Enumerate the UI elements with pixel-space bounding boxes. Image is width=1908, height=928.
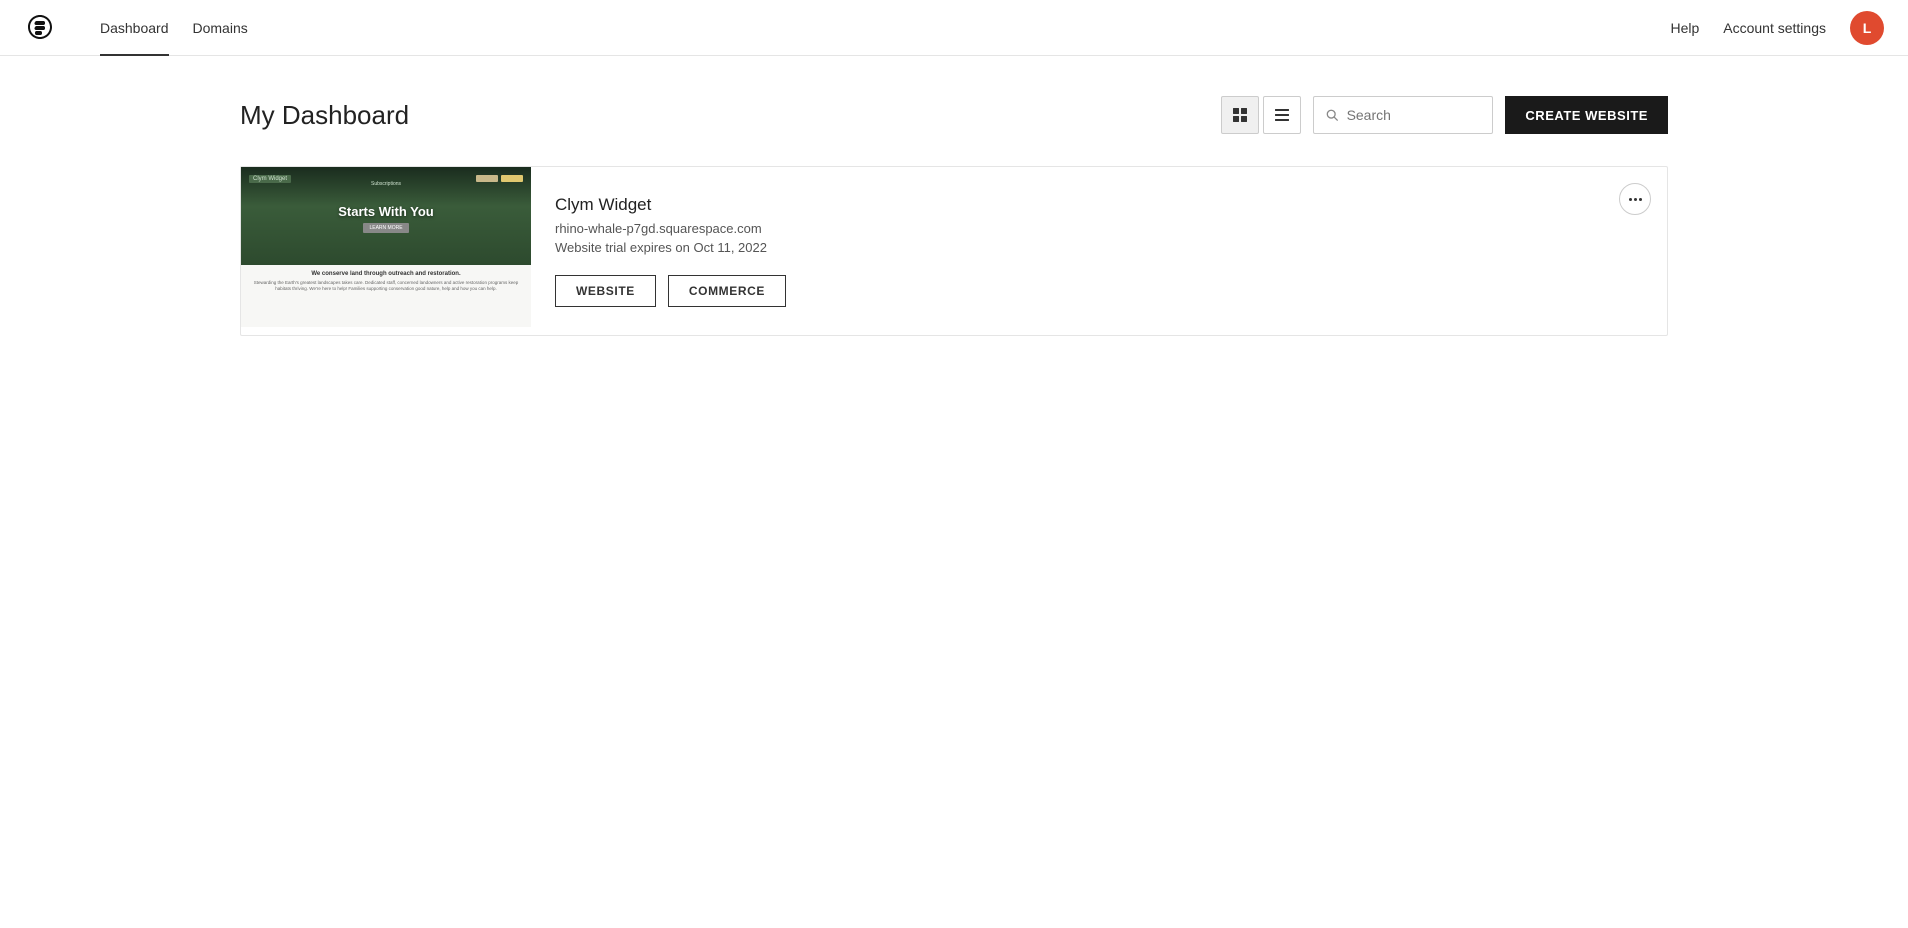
search-box xyxy=(1313,96,1493,134)
site-url: rhino-whale-p7gd.squarespace.com xyxy=(555,221,1643,236)
thumbnail-action-buttons xyxy=(476,175,523,182)
thumbnail-brand-label: Clym Widget xyxy=(249,175,291,183)
grid-icon xyxy=(1232,107,1248,123)
site-trial-text: Website trial expires on Oct 11, 2022 xyxy=(555,240,1643,255)
list-icon xyxy=(1274,107,1290,123)
dot xyxy=(1639,198,1642,201)
site-card: Clym Widget Subscriptions Starts With Yo… xyxy=(240,166,1668,336)
page-title: My Dashboard xyxy=(240,100,409,131)
nav-links: Dashboard Domains xyxy=(88,0,1670,56)
site-thumbnail[interactable]: Clym Widget Subscriptions Starts With Yo… xyxy=(241,167,531,327)
site-action-buttons: WEBSITE COMMERCE xyxy=(555,275,1643,307)
thumbnail-bottom-title: We conserve land through outreach and re… xyxy=(249,271,523,277)
thumbnail-subtitle: Subscriptions xyxy=(371,181,401,187)
dot xyxy=(1634,198,1637,201)
create-website-button[interactable]: CREATE WEBSITE xyxy=(1505,96,1668,134)
website-button[interactable]: WEBSITE xyxy=(555,275,656,307)
nav-link-domains[interactable]: Domains xyxy=(181,0,260,56)
dashboard-actions: CREATE WEBSITE xyxy=(1221,96,1668,134)
dashboard-header: My Dashboard xyxy=(240,96,1668,134)
user-avatar[interactable]: L xyxy=(1850,11,1884,45)
top-navigation: Dashboard Domains Help Account settings … xyxy=(0,0,1908,56)
thumbnail-headline: Starts With You xyxy=(338,204,433,219)
site-info: Clym Widget rhino-whale-p7gd.squarespace… xyxy=(531,167,1667,335)
thumbnail-bottom-text: Stewarding the Earth's greatest landscap… xyxy=(249,280,523,293)
dot xyxy=(1629,198,1632,201)
account-settings-link[interactable]: Account settings xyxy=(1723,20,1826,36)
site-list: Clym Widget Subscriptions Starts With Yo… xyxy=(240,166,1668,336)
site-name: Clym Widget xyxy=(555,195,1643,215)
help-link[interactable]: Help xyxy=(1670,20,1699,36)
list-view-button[interactable] xyxy=(1263,96,1301,134)
search-input[interactable] xyxy=(1347,107,1481,123)
thumbnail-bottom: We conserve land through outreach and re… xyxy=(241,265,531,327)
main-content: My Dashboard xyxy=(0,56,1908,376)
squarespace-logo[interactable] xyxy=(24,12,56,44)
commerce-button[interactable]: COMMERCE xyxy=(668,275,786,307)
nav-link-dashboard[interactable]: Dashboard xyxy=(88,0,181,56)
nav-right: Help Account settings L xyxy=(1670,11,1884,45)
view-toggle xyxy=(1221,96,1301,134)
search-icon xyxy=(1326,108,1338,122)
grid-view-button[interactable] xyxy=(1221,96,1259,134)
site-more-button[interactable] xyxy=(1619,183,1651,215)
thumbnail-cta: LEARN MORE xyxy=(363,223,408,233)
